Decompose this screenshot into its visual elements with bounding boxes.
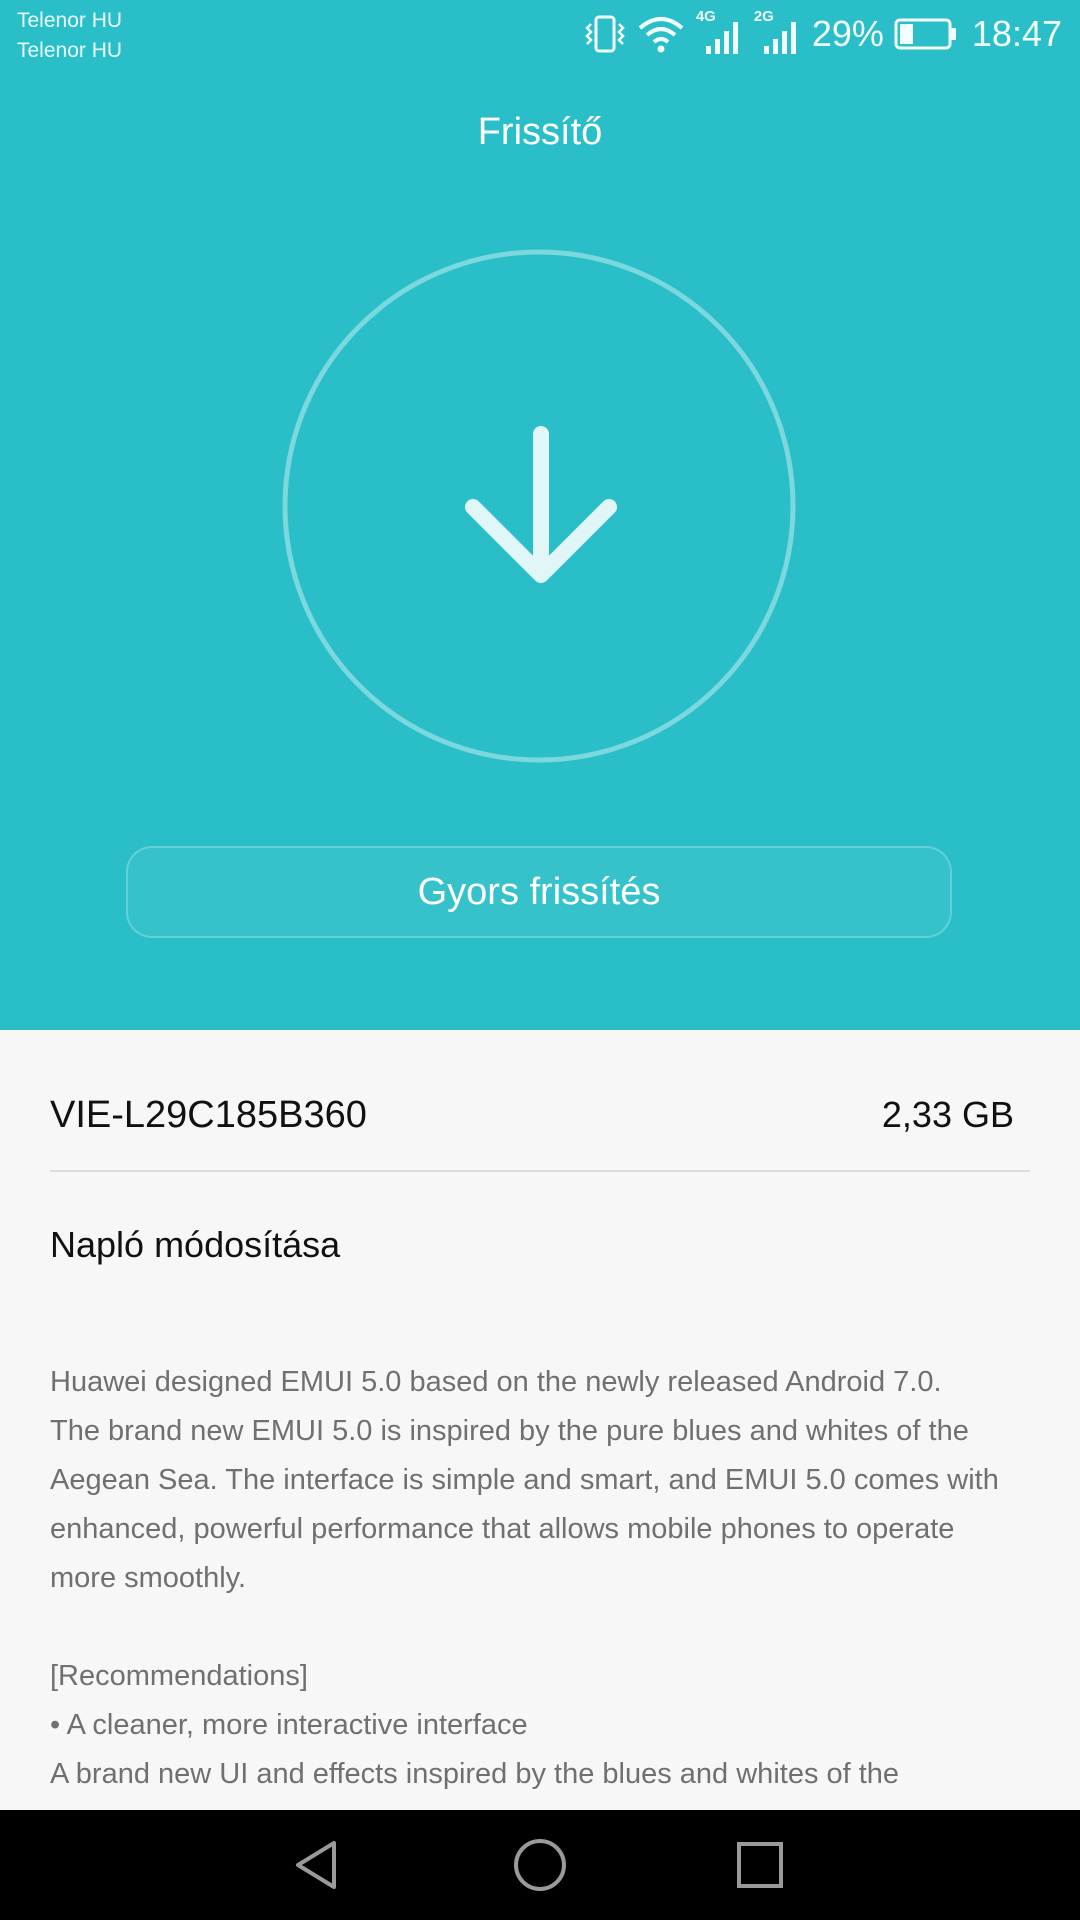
package-row: VIE-L29C185B360 2,33 GB: [50, 1090, 1014, 1140]
changelog-text[interactable]: Huawei designed EMUI 5.0 based on the ne…: [50, 1358, 1030, 1799]
changelog-line: Huawei designed EMUI 5.0 based on the ne…: [50, 1366, 942, 1398]
signal-2g-icon: 2G: [754, 8, 802, 56]
changelog-line: enhanced, powerful performance that allo…: [50, 1513, 955, 1545]
home-icon[interactable]: [510, 1835, 570, 1895]
package-size: 2,33 GB: [881, 1094, 1014, 1135]
changelog-line: more smoothly.: [50, 1562, 247, 1594]
divider: [50, 1170, 1030, 1172]
update-screen: Telenor HU Telenor HU 4G 2G 29% 18:47 Fr…: [0, 0, 1080, 1920]
back-icon[interactable]: [290, 1835, 350, 1895]
download-arrow-icon: [282, 249, 796, 763]
clock: 18:47: [971, 13, 1062, 54]
battery-icon: [894, 18, 956, 50]
signal-4g-icon: 4G: [696, 8, 744, 56]
hero-panel: Telenor HU Telenor HU 4G 2G 29% 18:47 Fr…: [0, 0, 1080, 1030]
version-name: VIE-L29C185B360: [50, 1094, 367, 1136]
wifi-icon: [638, 17, 684, 53]
carrier-2-label: Telenor HU: [17, 39, 123, 62]
recommendations-header: [Recommendations]: [50, 1660, 308, 1692]
carrier-labels: Telenor HU Telenor HU: [17, 6, 122, 66]
changelog-title: Napló módosítása: [50, 1224, 341, 1265]
recommendation-bullet: • A cleaner, more interactive interface: [50, 1709, 528, 1741]
changelog-line: Aegean Sea. The interface is simple and …: [50, 1464, 999, 1496]
navigation-bar: [0, 1810, 1080, 1920]
battery-percent: 29%: [811, 13, 884, 54]
carrier-1-label: Telenor HU: [17, 9, 123, 32]
status-icons: 4G 2G 29% 18:47: [584, 8, 1062, 58]
changelog-line: The brand new EMUI 5.0 is inspired by th…: [50, 1415, 969, 1447]
page-title: Frissítő: [477, 111, 603, 153]
recommendation-text: A brand new UI and effects inspired by t…: [50, 1758, 900, 1790]
status-bar: Telenor HU Telenor HU 4G 2G 29% 18:47: [0, 0, 1080, 70]
update-details: VIE-L29C185B360 2,33 GB Napló módosítása…: [0, 1030, 1080, 1810]
quick-update-button[interactable]: Gyors frissítés: [126, 846, 952, 938]
recent-apps-icon[interactable]: [730, 1835, 790, 1895]
vibrate-icon: [585, 15, 625, 53]
